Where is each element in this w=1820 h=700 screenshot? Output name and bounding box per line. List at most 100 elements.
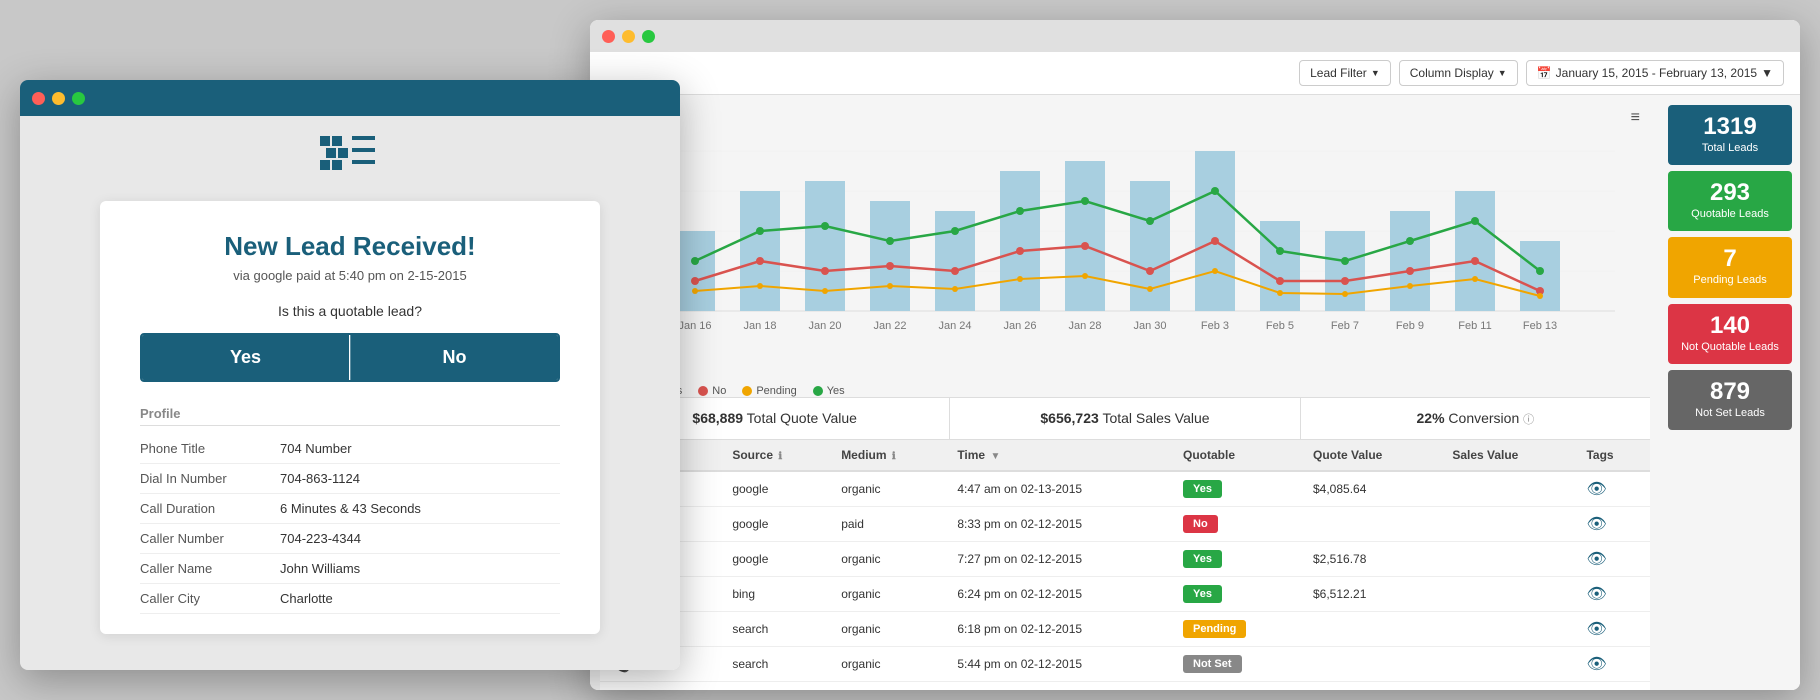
cell-quotable: No: [1173, 507, 1303, 542]
column-display-caret: ▼: [1498, 68, 1507, 78]
cell-quote-val: $6,512.21: [1303, 577, 1442, 612]
conversion-info-icon[interactable]: ⓘ: [1523, 414, 1534, 426]
profile-label-caller-city: Caller City: [140, 591, 280, 606]
stat-conversion-label: Conversion: [1448, 410, 1519, 426]
cell-time: 7:27 pm on 02-12-2015: [947, 542, 1173, 577]
profile-value-dial-in: 704-863-1124: [280, 471, 360, 486]
minimize-dot[interactable]: [52, 92, 65, 105]
profile-row-call-duration: Call Duration 6 Minutes & 43 Seconds: [140, 494, 560, 524]
logo-icon: [320, 136, 380, 185]
medium-sort-icon[interactable]: ℹ: [892, 451, 896, 462]
left-window: New Lead Received! via google paid at 5:…: [20, 80, 680, 670]
badge-pending: Pending: [1183, 620, 1246, 638]
cell-quotable: Yes: [1173, 577, 1303, 612]
stat-card-quotable-leads[interactable]: 293 Quotable Leads: [1668, 171, 1792, 231]
svg-text:Feb 9: Feb 9: [1396, 320, 1424, 332]
right-titlebar: [590, 20, 1800, 52]
cell-medium: organic: [831, 647, 947, 682]
chart-container: Jan 16 Jan 18 Jan 20 Jan 22 Jan 24 Jan 2…: [600, 131, 1650, 381]
yes-button[interactable]: Yes: [142, 335, 350, 380]
cell-source: search: [722, 612, 831, 647]
legend-dot-yes: [813, 386, 823, 396]
cell-quotable: Not Set: [1173, 647, 1303, 682]
date-caret: ▼: [1761, 66, 1773, 80]
badge-notset: Not Set: [1183, 655, 1242, 673]
col-quote-value: Quote Value: [1303, 440, 1442, 471]
svg-text:Feb 11: Feb 11: [1458, 320, 1491, 332]
right-minimize-dot[interactable]: [622, 30, 635, 43]
cell-time: 6:24 pm on 02-12-2015: [947, 577, 1173, 612]
badge-yes: Yes: [1183, 550, 1222, 568]
col-tags: Tags: [1576, 440, 1650, 471]
eye-icon[interactable]: 👁: [1586, 551, 1606, 568]
chart-legend: Total Leads No Pending Yes: [600, 385, 1650, 397]
legend-dot-no: [698, 386, 708, 396]
stat-card-not-set-leads[interactable]: 879 Not Set Leads: [1668, 370, 1792, 430]
cell-tags: 👁: [1576, 471, 1650, 507]
profile-value-caller-number: 704-223-4344: [280, 531, 361, 546]
table-row: ☰ google organic 4:47 am on 02-13-2015 Y…: [600, 471, 1650, 507]
eye-icon[interactable]: 👁: [1586, 586, 1606, 603]
cell-source: search: [722, 647, 831, 682]
eye-icon[interactable]: 👁: [1586, 621, 1606, 638]
legend-label-yes: Yes: [827, 385, 845, 397]
profile-label-phone-title: Phone Title: [140, 441, 280, 456]
profile-row-dial-in: Dial In Number 704-863-1124: [140, 464, 560, 494]
cell-tags: 👁: [1576, 542, 1650, 577]
source-sort-icon[interactable]: ℹ: [778, 451, 782, 462]
eye-icon[interactable]: 👁: [1586, 516, 1606, 533]
cell-sales-val: [1442, 647, 1576, 682]
table-body: ☰ google organic 4:47 am on 02-13-2015 Y…: [600, 471, 1650, 682]
col-source: Source ℹ: [722, 440, 831, 471]
no-button[interactable]: No: [350, 335, 558, 380]
stat-sales-value-label: Total Sales Value: [1102, 410, 1209, 426]
cell-tags: 👁: [1576, 577, 1650, 612]
profile-row-phone-title: Phone Title 704 Number: [140, 434, 560, 464]
cell-source: bing: [722, 577, 831, 612]
profile-row-caller-number: Caller Number 704-223-4344: [140, 524, 560, 554]
stat-conversion: 22% Conversion ⓘ: [1301, 398, 1650, 439]
close-dot[interactable]: [32, 92, 45, 105]
modal-title: New Lead Received!: [140, 231, 560, 262]
profile-row-caller-name: Caller Name John Williams: [140, 554, 560, 584]
chart-menu-icon[interactable]: ≡: [1627, 107, 1644, 129]
calendar-icon: 📅: [1537, 66, 1552, 80]
profile-section: Profile Phone Title 704 Number Dial In N…: [140, 406, 560, 614]
table-row: ☰ bing organic 6:24 pm on 02-12-2015 Yes…: [600, 577, 1650, 612]
chart-svg: Jan 16 Jan 18 Jan 20 Jan 22 Jan 24 Jan 2…: [600, 131, 1650, 351]
svg-text:Feb 3: Feb 3: [1201, 320, 1229, 332]
svg-text:Jan 22: Jan 22: [873, 320, 906, 332]
cell-quote-val: $2,516.78: [1303, 542, 1442, 577]
cell-tags: 👁: [1576, 507, 1650, 542]
column-display-button[interactable]: Column Display ▼: [1399, 60, 1518, 86]
cell-sales-val: [1442, 577, 1576, 612]
table-row: 📞 search organic 6:18 pm on 02-12-2015 P…: [600, 612, 1650, 647]
right-maximize-dot[interactable]: [642, 30, 655, 43]
cell-medium: paid: [831, 507, 947, 542]
profile-label-caller-name: Caller Name: [140, 561, 280, 576]
badge-no: No: [1183, 515, 1218, 533]
stat-card-pending-leads[interactable]: 7 Pending Leads: [1668, 237, 1792, 297]
stat-sales-value: $656,723 Total Sales Value: [950, 398, 1300, 439]
legend-pending: Pending: [742, 385, 796, 397]
cell-time: 4:47 am on 02-13-2015: [947, 471, 1173, 507]
svg-text:Jan 20: Jan 20: [808, 320, 841, 332]
stat-pending-leads-label: Pending Leads: [1676, 274, 1784, 287]
maximize-dot[interactable]: [72, 92, 85, 105]
eye-icon[interactable]: 👁: [1586, 481, 1606, 498]
col-time: Time ▼: [947, 440, 1173, 471]
stat-card-not-quotable-leads[interactable]: 140 Not Quotable Leads: [1668, 304, 1792, 364]
legend-yes: Yes: [813, 385, 845, 397]
stat-quotable-leads-label: Quotable Leads: [1676, 208, 1784, 221]
lead-filter-button[interactable]: Lead Filter ▼: [1299, 60, 1391, 86]
cell-tags: 👁: [1576, 612, 1650, 647]
time-sort-icon[interactable]: ▼: [990, 451, 1000, 462]
stat-card-total-leads[interactable]: 1319 Total Leads: [1668, 105, 1792, 165]
stats-sidebar: 1319 Total Leads 293 Quotable Leads 7 Pe…: [1660, 95, 1800, 690]
eye-icon[interactable]: 👁: [1586, 656, 1606, 673]
left-titlebar: [20, 80, 680, 116]
right-close-dot[interactable]: [602, 30, 615, 43]
col-sales-value: Sales Value: [1442, 440, 1576, 471]
date-range-button[interactable]: 📅 January 15, 2015 - February 13, 2015 ▼: [1526, 60, 1784, 86]
stat-pending-leads-number: 7: [1676, 247, 1784, 271]
